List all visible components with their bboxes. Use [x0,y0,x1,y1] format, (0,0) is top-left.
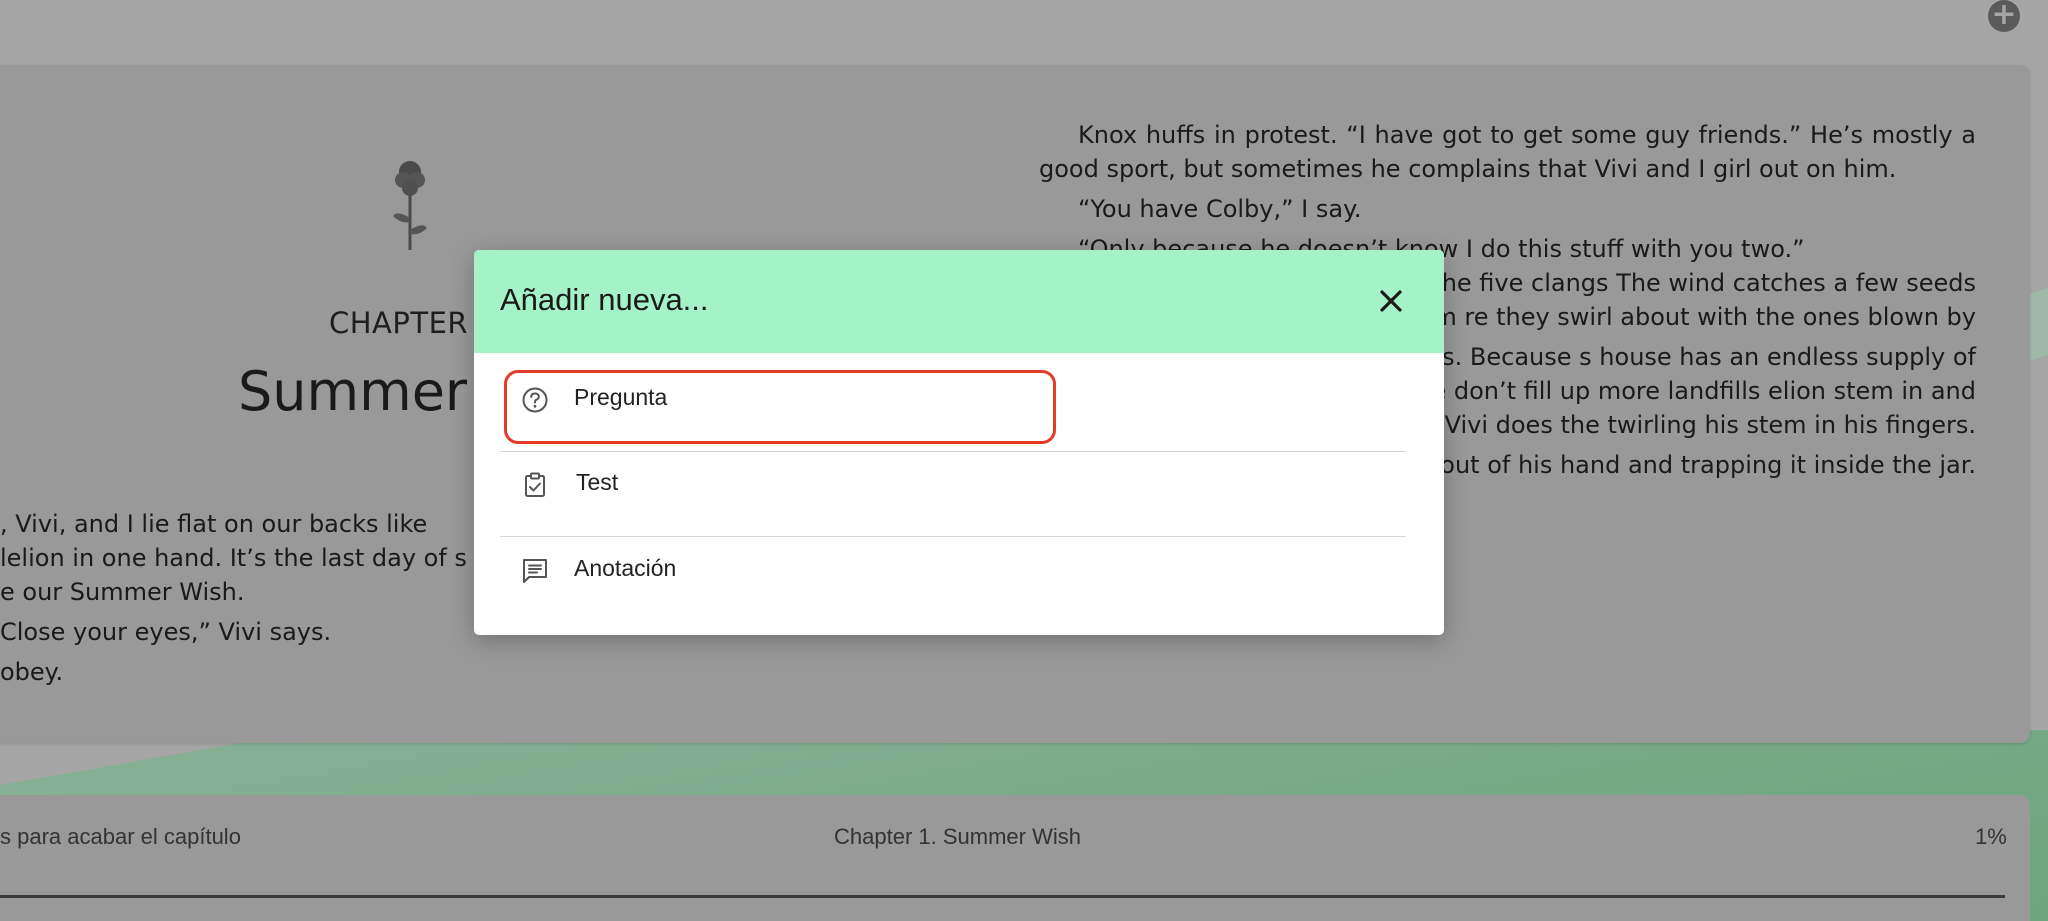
chapter-label: CHAPTER [329,306,469,340]
option-test[interactable]: Test [500,444,1406,528]
dialog-title: Añadir nueva... [500,282,709,317]
option-label: Anotación [574,555,677,581]
text-line: obey. [0,658,64,686]
left-column-text: , Vivi, and I lie flat on our backs like… [0,507,480,689]
progress-percent: 1% [1975,824,2007,849]
text-line: lelion in one hand. It’s the last day of… [0,544,467,572]
option-label: Test [576,469,619,495]
close-icon[interactable] [1373,283,1409,319]
selection-highlight [504,370,1056,444]
text-line: e our Summer Wish. [0,578,245,606]
paragraph: “You have Colby,” I say. [1078,195,1362,223]
paragraph: Knox huffs in protest. “I have got to ge… [1039,121,1976,183]
plus-circle-icon[interactable]: + [1988,0,2020,32]
comment-lines-icon [523,559,547,583]
flower-icon [393,161,427,250]
progress-bar[interactable] [0,895,2005,898]
clipboard-check-icon [525,472,545,497]
chapter-footer [0,795,2030,921]
dialog-header: Añadir nueva... [474,250,1444,353]
text-line: Close your eyes,” Vivi says. [0,618,332,646]
current-chapter-name: Chapter 1. Summer Wish [834,824,1081,849]
option-anotacion[interactable]: Anotación [500,530,1406,614]
add-new-dialog: Añadir nueva... Pregunta Test Anotación [474,250,1444,635]
text-line: , Vivi, and I lie flat on our backs like [0,510,428,538]
remaining-pages-text: s para acabar el capítulo [0,824,241,849]
